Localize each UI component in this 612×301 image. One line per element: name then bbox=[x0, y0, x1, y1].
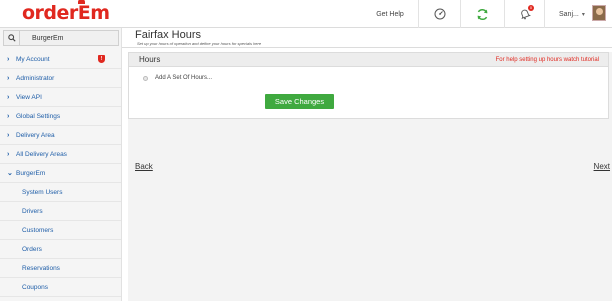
chevron-right-icon: › bbox=[7, 55, 10, 63]
add-hours-label: Add A Set Of Hours... bbox=[155, 75, 213, 81]
save-changes-button[interactable]: Save Changes bbox=[265, 94, 334, 109]
logo-text: orderEm bbox=[22, 2, 110, 24]
sidebar-item-label: Administrator bbox=[16, 74, 55, 82]
chevron-right-icon: › bbox=[7, 74, 10, 82]
back-link[interactable]: Back bbox=[135, 162, 153, 171]
sidebar-subitem-orders[interactable]: Orders bbox=[0, 240, 121, 259]
chevron-down-icon: ⌄ bbox=[7, 170, 13, 177]
sidebar-item-label: My Account bbox=[16, 55, 50, 63]
logo[interactable]: orderEm bbox=[22, 0, 110, 24]
sidebar-item-delivery-area[interactable]: › Delivery Area bbox=[0, 126, 121, 145]
sidebar-subitem-label: System Users bbox=[22, 188, 63, 196]
refresh-button[interactable] bbox=[460, 0, 504, 28]
chevron-right-icon: › bbox=[7, 131, 10, 139]
page-title: Fairfax Hours bbox=[135, 29, 202, 41]
add-hours-option[interactable]: Add A Set Of Hours... bbox=[143, 75, 212, 81]
hours-panel: Hours For help setting up hours watch tu… bbox=[128, 52, 609, 119]
get-help-label: Get Help bbox=[376, 10, 404, 18]
content-area: Hours For help setting up hours watch tu… bbox=[128, 52, 612, 301]
dashboard-button[interactable] bbox=[418, 0, 460, 28]
sidebar-item-label: Delivery Area bbox=[16, 131, 55, 139]
chevron-down-icon: ▾ bbox=[581, 11, 585, 18]
user-name: Sanj... bbox=[559, 10, 579, 18]
sidebar-subitem-system-users[interactable]: System Users bbox=[0, 183, 121, 202]
sidebar-subitem-label: Reservations bbox=[22, 264, 60, 272]
chevron-right-icon: › bbox=[7, 93, 10, 101]
notifications-button[interactable]: 0 bbox=[504, 0, 544, 28]
sidebar: › My Account ! › Administrator › View AP… bbox=[0, 28, 122, 301]
chevron-right-icon: › bbox=[7, 150, 10, 158]
sidebar-item-label: View API bbox=[16, 93, 42, 101]
sidebar-subitem-label: Drivers bbox=[22, 207, 43, 215]
sidebar-item-label: All Delivery Areas bbox=[16, 150, 67, 158]
sidebar-subitem-coupons[interactable]: Coupons bbox=[0, 278, 121, 297]
tutorial-help-link[interactable]: For help setting up hours watch tutorial bbox=[496, 57, 599, 63]
sidebar-subitem-label: Coupons bbox=[22, 283, 49, 291]
sidebar-item-global-settings[interactable]: › Global Settings bbox=[0, 107, 121, 126]
search-input[interactable] bbox=[20, 34, 116, 42]
sidebar-nav: › My Account ! › Administrator › View AP… bbox=[0, 50, 121, 297]
add-hours-radio[interactable] bbox=[143, 75, 148, 81]
sidebar-subitem-customers[interactable]: Customers bbox=[0, 221, 121, 240]
refresh-icon bbox=[477, 8, 488, 20]
restaurant-search bbox=[3, 30, 119, 46]
notification-badge: 0 bbox=[528, 5, 534, 11]
logo-hat-icon bbox=[78, 0, 85, 4]
next-link[interactable]: Next bbox=[594, 162, 610, 171]
user-menu[interactable]: Sanj... ▾ bbox=[544, 0, 612, 28]
sidebar-item-all-delivery-areas[interactable]: › All Delivery Areas bbox=[0, 145, 121, 164]
main-content: Fairfax Hours Set up your hours of opera… bbox=[122, 28, 612, 301]
get-help-link[interactable]: Get Help bbox=[362, 0, 418, 28]
shield-icon: ! bbox=[98, 55, 105, 63]
gauge-icon bbox=[434, 8, 445, 20]
top-header: orderEm Get Help 0 Sanj... ▾ bbox=[0, 0, 612, 28]
avatar bbox=[592, 5, 606, 21]
sidebar-item-burgerem[interactable]: ⌄ BurgerEm bbox=[0, 164, 121, 183]
page-header: Fairfax Hours Set up your hours of opera… bbox=[122, 28, 612, 48]
sidebar-item-my-account[interactable]: › My Account ! bbox=[0, 50, 121, 69]
sidebar-subitem-label: Customers bbox=[22, 226, 54, 234]
sidebar-item-administrator[interactable]: › Administrator bbox=[0, 69, 121, 88]
panel-header: Hours For help setting up hours watch tu… bbox=[129, 53, 608, 67]
sidebar-subitem-drivers[interactable]: Drivers bbox=[0, 202, 121, 221]
panel-title: Hours bbox=[139, 55, 161, 64]
sidebar-item-label: BurgerEm bbox=[16, 169, 46, 177]
chevron-right-icon: › bbox=[7, 112, 10, 120]
sidebar-item-label: Global Settings bbox=[16, 112, 61, 120]
sidebar-item-view-api[interactable]: › View API bbox=[0, 88, 121, 107]
page-subtitle: Set up your hours of operation and defin… bbox=[137, 41, 262, 46]
sidebar-subitem-label: Orders bbox=[22, 245, 42, 253]
search-icon[interactable] bbox=[4, 31, 20, 45]
sidebar-subitem-reservations[interactable]: Reservations bbox=[0, 259, 121, 278]
